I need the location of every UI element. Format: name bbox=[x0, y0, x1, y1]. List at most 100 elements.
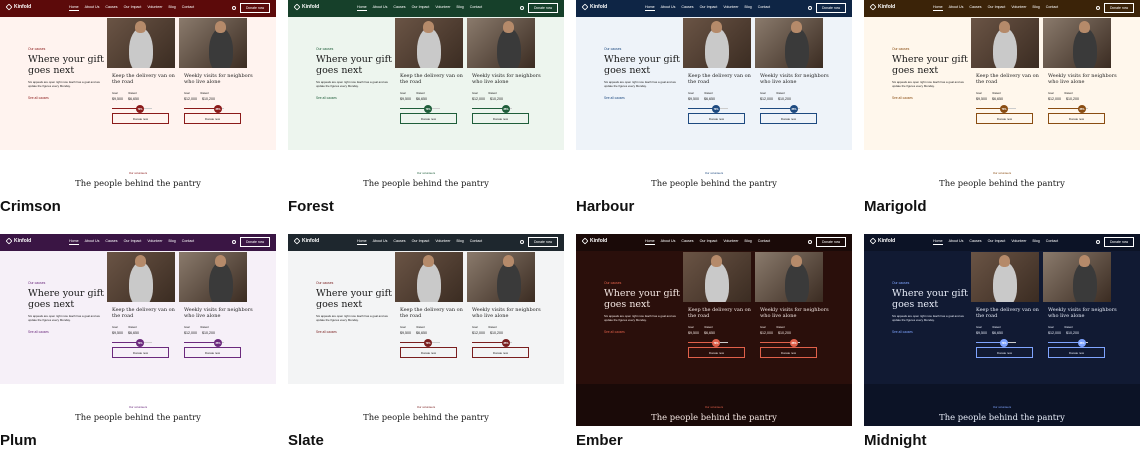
donate-button[interactable]: Donate now bbox=[472, 113, 529, 124]
donate-button[interactable]: Donate now bbox=[976, 113, 1033, 124]
nav-link-our-impact[interactable]: Our Impact bbox=[700, 5, 718, 9]
nav-link-causes[interactable]: Causes bbox=[969, 5, 981, 9]
nav-link-volunteer[interactable]: Volunteer bbox=[723, 239, 738, 243]
nav-link-blog[interactable]: Blog bbox=[457, 239, 464, 243]
see-all-causes-link[interactable]: See all causes bbox=[316, 96, 337, 100]
nav-link-our-impact[interactable]: Our Impact bbox=[700, 239, 718, 243]
search-icon[interactable] bbox=[808, 240, 812, 244]
search-icon[interactable] bbox=[1096, 6, 1100, 10]
nav-link-blog[interactable]: Blog bbox=[169, 239, 176, 243]
nav-link-about-us[interactable]: About Us bbox=[661, 239, 676, 243]
nav-link-home[interactable]: Home bbox=[933, 5, 943, 11]
nav-donate-button[interactable]: Donate now bbox=[528, 3, 558, 13]
donate-button[interactable]: Donate now bbox=[760, 113, 817, 124]
nav-link-our-impact[interactable]: Our Impact bbox=[988, 239, 1006, 243]
nav-link-volunteer[interactable]: Volunteer bbox=[147, 5, 162, 9]
search-icon[interactable] bbox=[520, 240, 524, 244]
nav-donate-button[interactable]: Donate now bbox=[816, 3, 846, 13]
nav-link-home[interactable]: Home bbox=[69, 239, 79, 245]
nav-link-about-us[interactable]: About Us bbox=[85, 5, 100, 9]
nav-link-contact[interactable]: Contact bbox=[758, 239, 770, 243]
nav-link-volunteer[interactable]: Volunteer bbox=[1011, 5, 1026, 9]
nav-link-contact[interactable]: Contact bbox=[470, 5, 482, 9]
nav-donate-button[interactable]: Donate now bbox=[240, 237, 270, 247]
nav-link-contact[interactable]: Contact bbox=[470, 239, 482, 243]
nav-donate-button[interactable]: Donate now bbox=[816, 237, 846, 247]
site-logo[interactable]: Kinfold bbox=[5, 3, 31, 11]
site-logo[interactable]: Kinfold bbox=[293, 3, 319, 11]
search-icon[interactable] bbox=[808, 6, 812, 10]
search-icon[interactable] bbox=[1096, 240, 1100, 244]
nav-donate-button[interactable]: Donate now bbox=[1104, 3, 1134, 13]
see-all-causes-link[interactable]: See all causes bbox=[892, 330, 913, 334]
nav-link-about-us[interactable]: About Us bbox=[949, 5, 964, 9]
search-icon[interactable] bbox=[520, 6, 524, 10]
nav-link-causes[interactable]: Causes bbox=[681, 239, 693, 243]
nav-link-volunteer[interactable]: Volunteer bbox=[435, 5, 450, 9]
nav-link-home[interactable]: Home bbox=[645, 239, 655, 245]
donate-button[interactable]: Donate now bbox=[1048, 347, 1105, 358]
donate-button[interactable]: Donate now bbox=[184, 113, 241, 124]
nav-donate-button[interactable]: Donate now bbox=[528, 237, 558, 247]
donate-button[interactable]: Donate now bbox=[112, 113, 169, 124]
nav-link-causes[interactable]: Causes bbox=[393, 239, 405, 243]
nav-link-about-us[interactable]: About Us bbox=[373, 5, 388, 9]
nav-link-our-impact[interactable]: Our Impact bbox=[124, 239, 142, 243]
nav-link-blog[interactable]: Blog bbox=[1033, 239, 1040, 243]
nav-link-contact[interactable]: Contact bbox=[758, 5, 770, 9]
nav-link-volunteer[interactable]: Volunteer bbox=[1011, 239, 1026, 243]
see-all-causes-link[interactable]: See all causes bbox=[28, 96, 49, 100]
nav-link-home[interactable]: Home bbox=[357, 5, 367, 11]
nav-link-home[interactable]: Home bbox=[933, 239, 943, 245]
site-logo[interactable]: Kinfold bbox=[5, 237, 31, 245]
site-logo[interactable]: Kinfold bbox=[293, 237, 319, 245]
nav-link-about-us[interactable]: About Us bbox=[373, 239, 388, 243]
nav-link-home[interactable]: Home bbox=[645, 5, 655, 11]
nav-link-our-impact[interactable]: Our Impact bbox=[124, 5, 142, 9]
donate-button[interactable]: Donate now bbox=[688, 347, 745, 358]
nav-link-volunteer[interactable]: Volunteer bbox=[147, 239, 162, 243]
nav-link-our-impact[interactable]: Our Impact bbox=[412, 5, 430, 9]
see-all-causes-link[interactable]: See all causes bbox=[604, 330, 625, 334]
donate-button[interactable]: Donate now bbox=[688, 113, 745, 124]
see-all-causes-link[interactable]: See all causes bbox=[28, 330, 49, 334]
site-logo[interactable]: Kinfold bbox=[869, 237, 895, 245]
nav-link-blog[interactable]: Blog bbox=[1033, 5, 1040, 9]
nav-link-contact[interactable]: Contact bbox=[1046, 5, 1058, 9]
nav-link-blog[interactable]: Blog bbox=[457, 5, 464, 9]
search-icon[interactable] bbox=[232, 6, 236, 10]
nav-link-our-impact[interactable]: Our Impact bbox=[412, 239, 430, 243]
nav-link-causes[interactable]: Causes bbox=[105, 239, 117, 243]
nav-link-about-us[interactable]: About Us bbox=[85, 239, 100, 243]
nav-donate-button[interactable]: Donate now bbox=[1104, 237, 1134, 247]
donate-button[interactable]: Donate now bbox=[184, 347, 241, 358]
nav-link-contact[interactable]: Contact bbox=[182, 5, 194, 9]
site-logo[interactable]: Kinfold bbox=[581, 3, 607, 11]
nav-link-contact[interactable]: Contact bbox=[182, 239, 194, 243]
donate-button[interactable]: Donate now bbox=[472, 347, 529, 358]
nav-donate-button[interactable]: Donate now bbox=[240, 3, 270, 13]
site-logo[interactable]: Kinfold bbox=[869, 3, 895, 11]
nav-link-causes[interactable]: Causes bbox=[681, 5, 693, 9]
donate-button[interactable]: Donate now bbox=[112, 347, 169, 358]
see-all-causes-link[interactable]: See all causes bbox=[892, 96, 913, 100]
donate-button[interactable]: Donate now bbox=[976, 347, 1033, 358]
donate-button[interactable]: Donate now bbox=[400, 113, 457, 124]
see-all-causes-link[interactable]: See all causes bbox=[604, 96, 625, 100]
nav-link-volunteer[interactable]: Volunteer bbox=[723, 5, 738, 9]
search-icon[interactable] bbox=[232, 240, 236, 244]
nav-link-contact[interactable]: Contact bbox=[1046, 239, 1058, 243]
site-logo[interactable]: Kinfold bbox=[581, 237, 607, 245]
nav-link-our-impact[interactable]: Our Impact bbox=[988, 5, 1006, 9]
nav-link-blog[interactable]: Blog bbox=[745, 5, 752, 9]
nav-link-causes[interactable]: Causes bbox=[393, 5, 405, 9]
donate-button[interactable]: Donate now bbox=[400, 347, 457, 358]
nav-link-about-us[interactable]: About Us bbox=[661, 5, 676, 9]
nav-link-volunteer[interactable]: Volunteer bbox=[435, 239, 450, 243]
donate-button[interactable]: Donate now bbox=[1048, 113, 1105, 124]
nav-link-blog[interactable]: Blog bbox=[169, 5, 176, 9]
nav-link-home[interactable]: Home bbox=[357, 239, 367, 245]
see-all-causes-link[interactable]: See all causes bbox=[316, 330, 337, 334]
nav-link-about-us[interactable]: About Us bbox=[949, 239, 964, 243]
donate-button[interactable]: Donate now bbox=[760, 347, 817, 358]
